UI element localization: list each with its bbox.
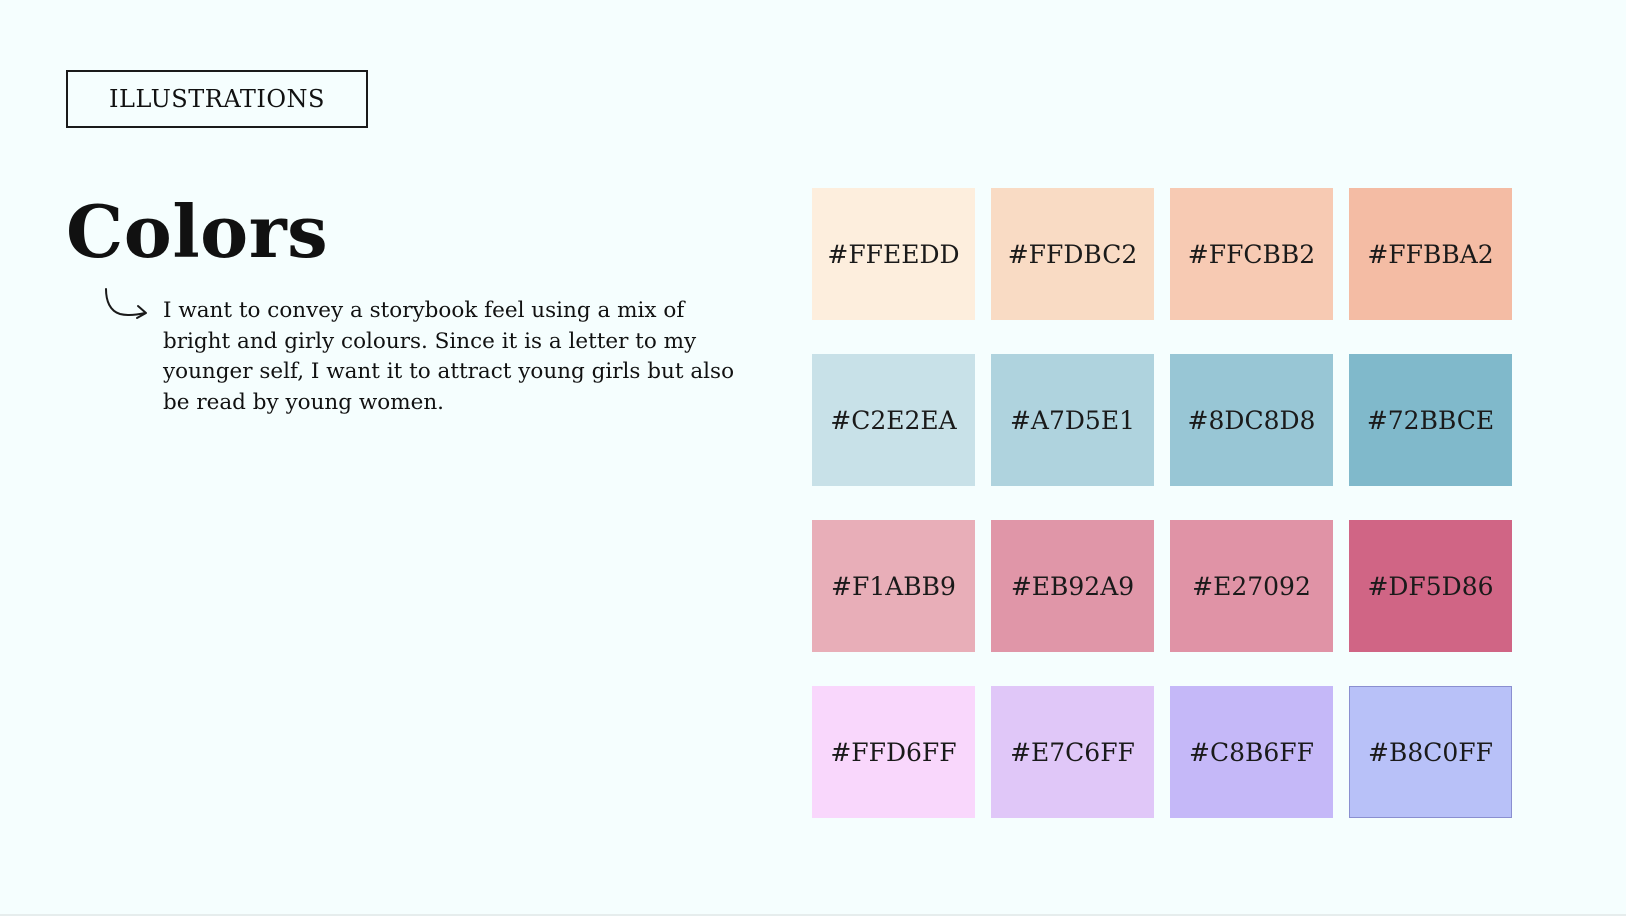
color-swatch: #FFEEDD — [812, 188, 975, 320]
color-swatch: #C2E2EA — [812, 354, 975, 486]
color-swatch: #FFD6FF — [812, 686, 975, 818]
color-swatch-label: #FFBBA2 — [1367, 239, 1494, 269]
color-swatch: #E7C6FF — [991, 686, 1154, 818]
description-text: I want to convey a storybook feel using … — [163, 298, 735, 415]
color-swatch-label: #72BBCE — [1366, 405, 1495, 435]
color-swatch-label: #8DC8D8 — [1187, 405, 1316, 435]
color-swatch-label: #FFD6FF — [830, 737, 957, 767]
color-swatch: #F1ABB9 — [812, 520, 975, 652]
color-swatch-label: #DF5D86 — [1367, 571, 1494, 601]
color-swatch-label: #C8B6FF — [1189, 737, 1314, 767]
color-swatch-label: #B8C0FF — [1368, 737, 1493, 767]
section-tag: ILLUSTRATIONS — [66, 70, 368, 128]
color-swatch-label: #FFEEDD — [827, 239, 960, 269]
color-swatch: #EB92A9 — [991, 520, 1154, 652]
color-swatch: #DF5D86 — [1349, 520, 1512, 652]
section-tag-label: ILLUSTRATIONS — [109, 85, 325, 113]
color-swatch: #E27092 — [1170, 520, 1333, 652]
color-swatch-label: #E7C6FF — [1010, 737, 1135, 767]
color-swatch-label: #C2E2EA — [830, 405, 957, 435]
color-swatch: #C8B6FF — [1170, 686, 1333, 818]
color-swatch-label: #EB92A9 — [1010, 571, 1135, 601]
color-swatch: #72BBCE — [1349, 354, 1512, 486]
color-swatch: #8DC8D8 — [1170, 354, 1333, 486]
color-swatch: #FFCBB2 — [1170, 188, 1333, 320]
color-swatch: #B8C0FF — [1349, 686, 1512, 818]
color-swatch: #A7D5E1 — [991, 354, 1154, 486]
slide: ILLUSTRATIONS Colors I want to convey a … — [0, 0, 1626, 916]
page-title: Colors — [66, 189, 329, 274]
color-swatch-label: #A7D5E1 — [1009, 405, 1135, 435]
color-swatch-label: #FFDBC2 — [1007, 239, 1138, 269]
color-swatch-label: #FFCBB2 — [1187, 239, 1316, 269]
color-swatch: #FFBBA2 — [1349, 188, 1512, 320]
color-swatch-label: #F1ABB9 — [831, 571, 956, 601]
color-swatch: #FFDBC2 — [991, 188, 1154, 320]
curved-arrow-icon — [105, 288, 147, 319]
color-swatch-label: #E27092 — [1192, 571, 1311, 601]
